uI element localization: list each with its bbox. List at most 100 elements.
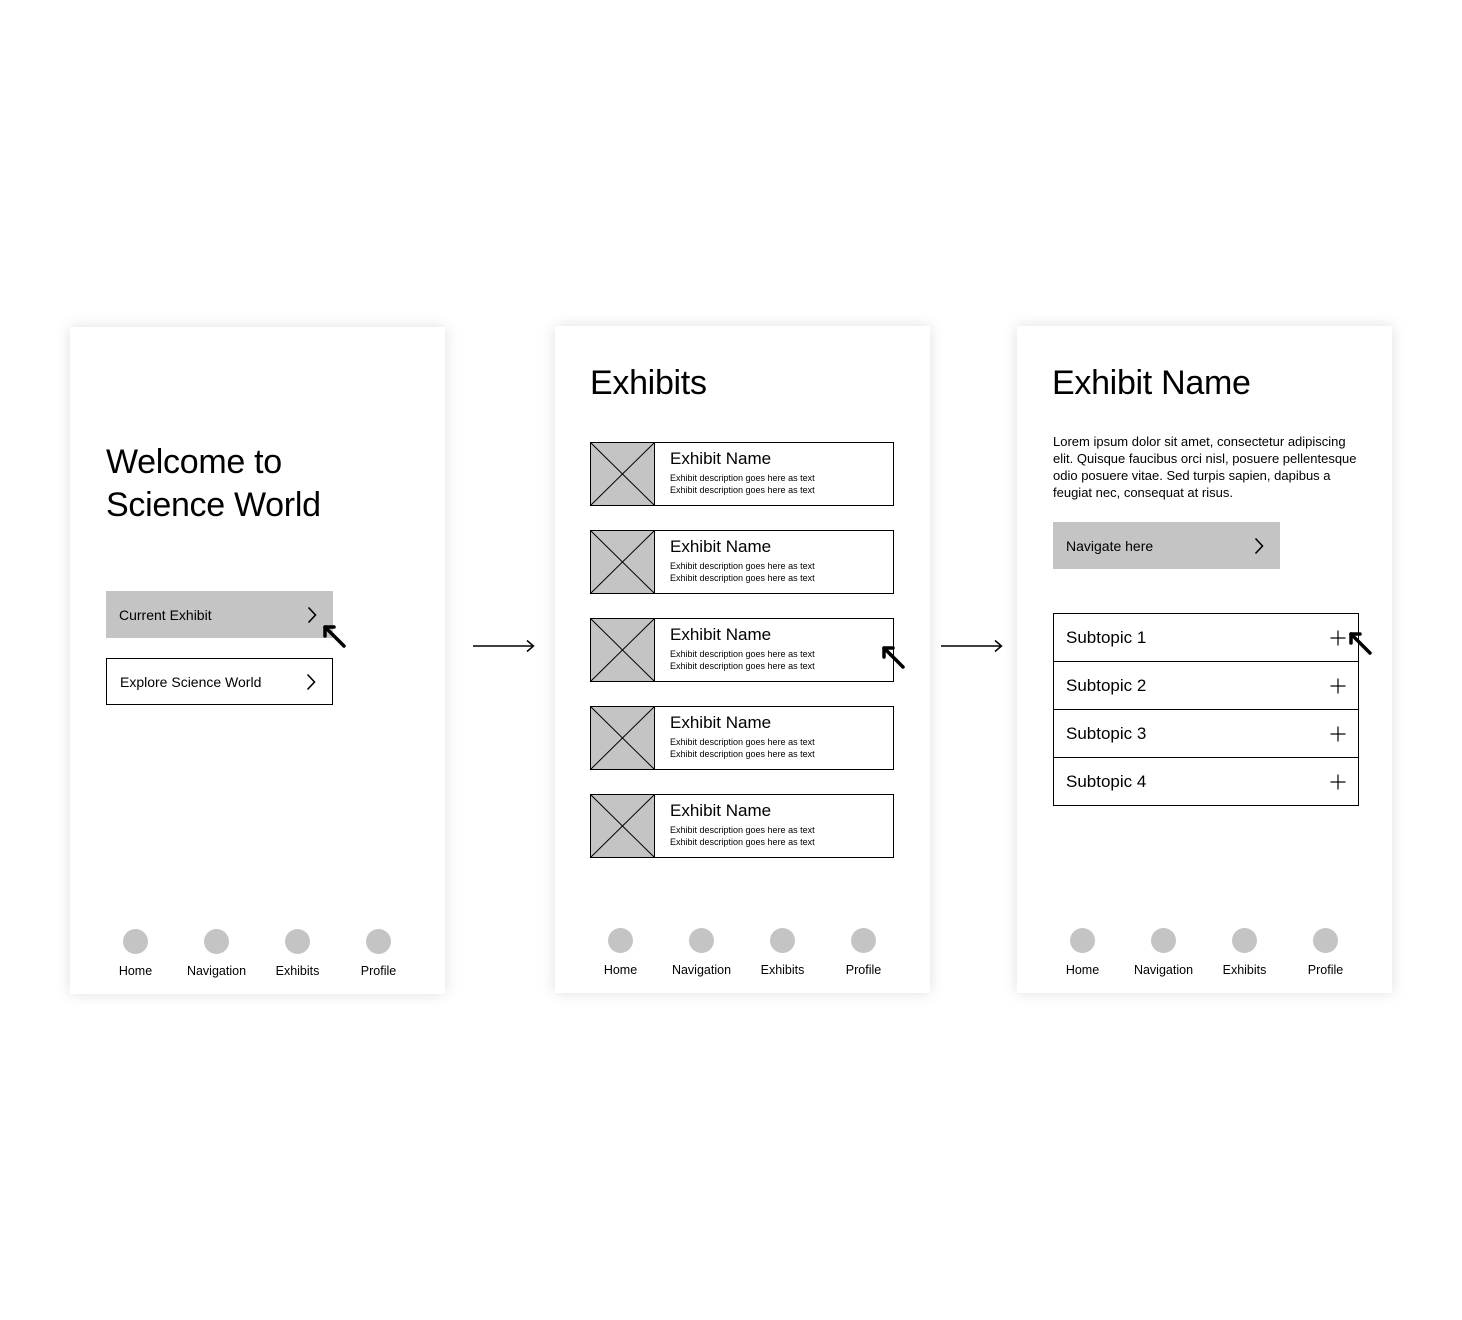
exhibit-description: Exhibit description goes here as text — [670, 473, 815, 483]
home-icon — [1070, 928, 1095, 953]
image-placeholder-icon — [591, 707, 655, 769]
image-placeholder-icon — [591, 531, 655, 593]
tab-bar: Home Navigation Exhibits Profile — [1042, 928, 1366, 977]
image-placeholder-icon — [591, 619, 655, 681]
plus-icon — [1330, 726, 1346, 741]
pointer-cursor-icon — [1349, 632, 1372, 655]
welcome-screen: Welcome to Science World Current Exhibit… — [70, 327, 445, 994]
exhibit-body-text: Lorem ipsum dolor sit amet, consectetur … — [1053, 434, 1357, 500]
tab-label: Profile — [845, 963, 882, 977]
exhibits-icon — [770, 928, 795, 953]
welcome-heading-line2: Science World — [106, 486, 321, 524]
tab-label: Profile — [1307, 963, 1344, 977]
exhibit-card[interactable]: Exhibit Name Exhibit description goes he… — [590, 442, 894, 506]
navigation-icon — [1151, 928, 1176, 953]
current-exhibit-button[interactable]: Current Exhibit — [106, 591, 333, 638]
exhibit-card[interactable]: Exhibit Name Exhibit description goes he… — [590, 794, 894, 858]
tab-navigation[interactable]: Navigation — [1123, 928, 1204, 977]
exhibit-description: Exhibit description goes here as text — [670, 649, 815, 659]
page-title: Exhibits — [590, 364, 707, 402]
tab-label: Navigation — [1133, 963, 1194, 977]
exhibit-card[interactable]: Exhibit Name Exhibit description goes he… — [590, 530, 894, 594]
tab-bar: Home Navigation Exhibits Profile — [95, 929, 419, 978]
home-icon — [608, 928, 633, 953]
profile-icon — [1313, 928, 1338, 953]
tab-label: Exhibits — [1222, 963, 1267, 977]
tab-profile[interactable]: Profile — [1285, 928, 1366, 977]
chevron-right-icon — [306, 673, 316, 690]
exhibit-description: Exhibit description goes here as text — [670, 737, 815, 747]
tab-navigation[interactable]: Navigation — [661, 928, 742, 977]
tab-label: Home — [1065, 963, 1100, 977]
explore-label: Explore Science World — [120, 673, 262, 690]
exhibit-description: Exhibit description goes here as text — [670, 573, 815, 583]
tab-home[interactable]: Home — [1042, 928, 1123, 977]
exhibit-name: Exhibit Name — [670, 537, 772, 556]
navigation-icon — [204, 929, 229, 954]
profile-icon — [851, 928, 876, 953]
tab-home[interactable]: Home — [95, 929, 176, 978]
subtopic-item[interactable]: Subtopic 2 — [1054, 662, 1358, 710]
chevron-right-icon — [307, 606, 317, 623]
explore-button[interactable]: Explore Science World — [106, 658, 333, 705]
subtopic-accordion: Subtopic 1 Subtopic 2 Subtopic 3 Subtopi… — [1053, 613, 1359, 806]
pointer-cursor-icon — [323, 625, 346, 648]
tab-exhibits[interactable]: Exhibits — [742, 928, 823, 977]
exhibit-name: Exhibit Name — [670, 449, 772, 468]
navigate-here-button[interactable]: Navigate here — [1053, 522, 1280, 569]
exhibit-description: Exhibit description goes here as text — [670, 825, 815, 835]
exhibit-name: Exhibit Name — [670, 625, 772, 644]
flow-arrow-icon — [941, 639, 1003, 653]
plus-icon — [1330, 774, 1346, 789]
exhibit-description: Exhibit description goes here as text — [670, 485, 815, 495]
exhibit-description: Exhibit description goes here as text — [670, 837, 815, 847]
welcome-heading: Welcome to Science World — [106, 441, 321, 527]
exhibits-screen: Exhibits Exhibit Name Exhibit descriptio… — [555, 326, 930, 993]
exhibit-detail-screen: Exhibit Name Lorem ipsum dolor sit amet,… — [1017, 326, 1392, 993]
exhibit-name: Exhibit Name — [670, 713, 772, 732]
home-icon — [123, 929, 148, 954]
profile-icon — [366, 929, 391, 954]
exhibit-card[interactable]: Exhibit Name Exhibit description goes he… — [590, 618, 894, 682]
image-placeholder-icon — [591, 795, 655, 857]
subtopic-label: Subtopic 4 — [1066, 771, 1147, 791]
subtopic-item[interactable]: Subtopic 1 — [1054, 614, 1358, 662]
current-exhibit-label: Current Exhibit — [119, 606, 212, 623]
tab-label: Navigation — [671, 963, 732, 977]
subtopic-label: Subtopic 3 — [1066, 723, 1147, 743]
tab-label: Home — [118, 964, 153, 978]
tab-label: Navigation — [186, 964, 247, 978]
tab-label: Profile — [360, 964, 397, 978]
page-title: Exhibit Name — [1052, 364, 1251, 402]
plus-icon — [1330, 678, 1346, 693]
chevron-right-icon — [1254, 537, 1264, 554]
exhibit-description: Exhibit description goes here as text — [670, 561, 815, 571]
tab-home[interactable]: Home — [580, 928, 661, 977]
tab-profile[interactable]: Profile — [338, 929, 419, 978]
plus-icon — [1330, 630, 1346, 645]
exhibit-description: Exhibit description goes here as text — [670, 661, 815, 671]
flow-arrow-icon — [473, 639, 535, 653]
tab-exhibits[interactable]: Exhibits — [1204, 928, 1285, 977]
welcome-heading-line1: Welcome to — [106, 443, 282, 481]
tab-label: Exhibits — [760, 963, 805, 977]
exhibit-card[interactable]: Exhibit Name Exhibit description goes he… — [590, 706, 894, 770]
exhibit-description: Exhibit description goes here as text — [670, 749, 815, 759]
exhibits-icon — [1232, 928, 1257, 953]
navigation-icon — [689, 928, 714, 953]
image-placeholder-icon — [591, 443, 655, 505]
exhibits-icon — [285, 929, 310, 954]
subtopic-label: Subtopic 1 — [1066, 627, 1147, 647]
tab-navigation[interactable]: Navigation — [176, 929, 257, 978]
subtopic-item[interactable]: Subtopic 3 — [1054, 710, 1358, 758]
subtopic-label: Subtopic 2 — [1066, 675, 1147, 695]
tab-profile[interactable]: Profile — [823, 928, 904, 977]
pointer-cursor-icon — [882, 646, 905, 669]
exhibit-name: Exhibit Name — [670, 801, 772, 820]
tab-exhibits[interactable]: Exhibits — [257, 929, 338, 978]
navigate-here-label: Navigate here — [1066, 537, 1154, 554]
tab-label: Exhibits — [275, 964, 320, 978]
subtopic-item[interactable]: Subtopic 4 — [1054, 758, 1358, 806]
tab-bar: Home Navigation Exhibits Profile — [580, 928, 904, 977]
tab-label: Home — [603, 963, 638, 977]
